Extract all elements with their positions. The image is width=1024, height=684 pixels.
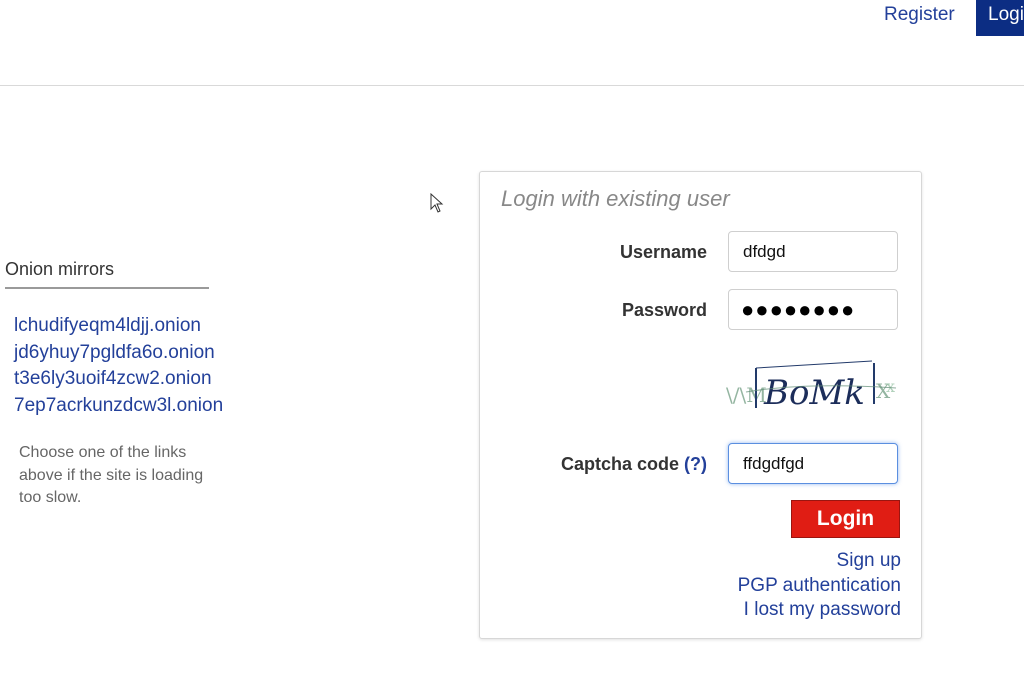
- mouse-cursor-icon: [430, 193, 444, 213]
- login-submit-button[interactable]: Login: [791, 500, 900, 538]
- password-input[interactable]: ●●●●●●●●: [728, 289, 898, 330]
- captcha-image: \/\M X x BoMk: [726, 358, 904, 414]
- lost-password-link[interactable]: I lost my password: [738, 598, 901, 623]
- captcha-label-wrap: Captcha code (?): [561, 454, 707, 475]
- mirrors-divider: [5, 287, 209, 289]
- svg-text:x: x: [886, 377, 895, 396]
- captcha-label: Captcha code: [560, 454, 679, 474]
- login-panel-title: Login with existing user: [501, 186, 730, 211]
- password-label: Password: [621, 300, 707, 320]
- onion-mirrors-heading: Onion mirrors: [5, 259, 115, 279]
- pgp-authentication-link[interactable]: PGP authentication: [738, 574, 901, 599]
- signup-link[interactable]: Sign up: [738, 549, 901, 574]
- svg-text:\/\M: \/\M: [726, 383, 767, 407]
- nav-login-button[interactable]: Login: [976, 0, 1024, 36]
- captcha-input[interactable]: [728, 443, 898, 484]
- top-bar: Register Login: [0, 0, 1024, 86]
- mirror-link-1[interactable]: lchudifyeqm4ldjj.onion: [14, 313, 223, 340]
- username-input[interactable]: [728, 231, 898, 272]
- login-panel: Login with existing user Username Passwo…: [479, 171, 922, 639]
- login-panel-links: Sign up PGP authentication I lost my pas…: [738, 549, 901, 623]
- captcha-help-link[interactable]: (?): [684, 454, 707, 474]
- nav-register-link[interactable]: Register: [884, 4, 955, 26]
- mirror-link-4[interactable]: 7ep7acrkunzdcw3l.onion: [14, 393, 223, 420]
- captcha-text: BoMk: [763, 373, 865, 413]
- mirror-link-2[interactable]: jd6yhuy7pgldfa6o.onion: [14, 340, 223, 367]
- username-label: Username: [619, 242, 707, 262]
- mirror-link-3[interactable]: t3e6ly3uoif4zcw2.onion: [14, 366, 223, 393]
- mirror-link-list: lchudifyeqm4ldjj.onion jd6yhuy7pgldfa6o.…: [14, 313, 223, 419]
- mirrors-note: Choose one of the links above if the sit…: [19, 444, 204, 506]
